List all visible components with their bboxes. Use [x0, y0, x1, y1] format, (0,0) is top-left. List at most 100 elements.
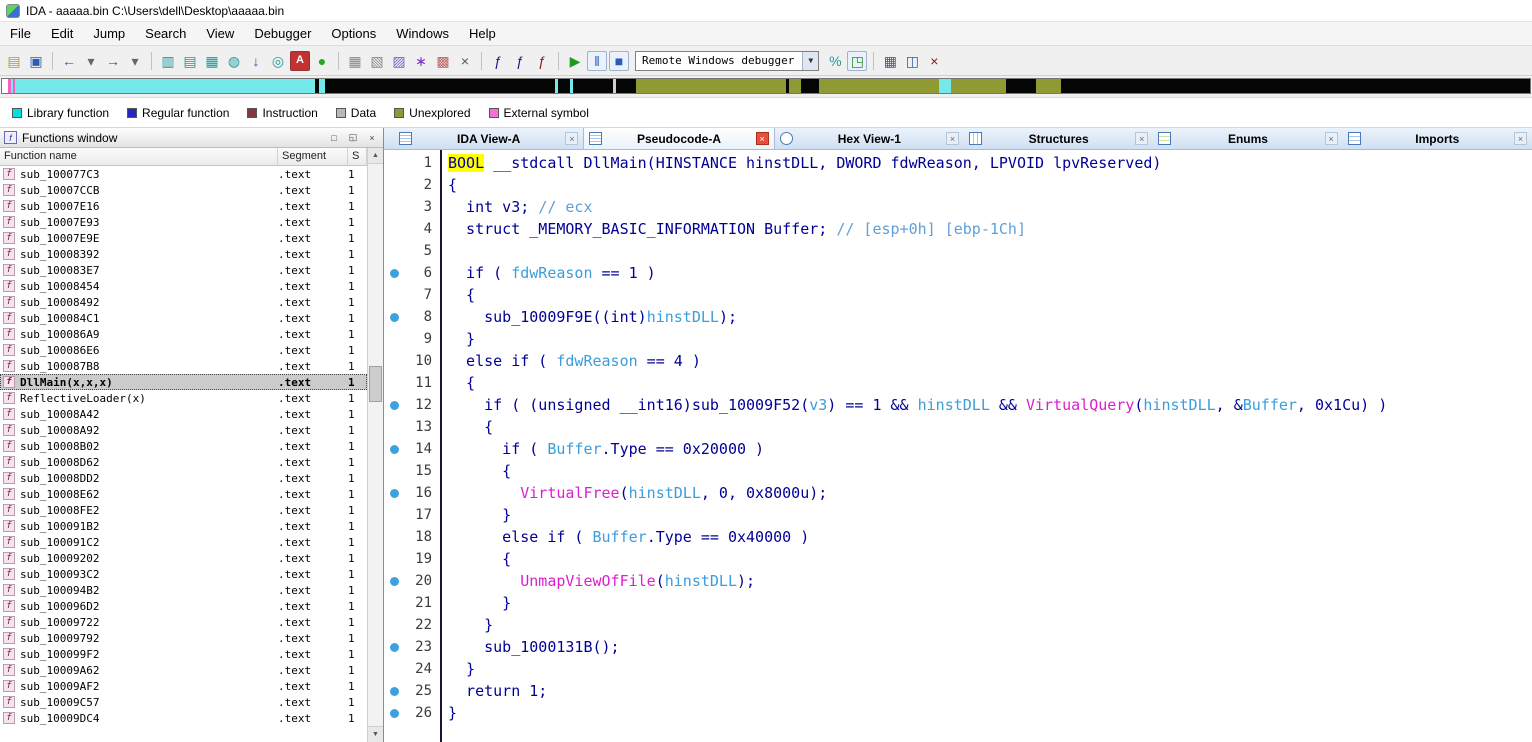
function-row[interactable]: f sub_100086E6 .text 1	[0, 342, 367, 358]
nav-back-icon[interactable]: ←	[59, 51, 79, 71]
code-line[interactable]: 19 {	[384, 548, 1532, 570]
code-line[interactable]: 21 }	[384, 592, 1532, 614]
panel-float-icon[interactable]: ◱	[346, 131, 360, 145]
scroll-down-icon[interactable]: ▼	[368, 726, 383, 742]
jump-down-icon[interactable]: ↓	[246, 51, 266, 71]
function-row[interactable]: f sub_10007E9E .text 1	[0, 230, 367, 246]
search-text-icon[interactable]: A	[290, 50, 310, 71]
menu-item-options[interactable]: Options	[321, 23, 386, 44]
window-close-icon[interactable]: ×	[924, 51, 944, 71]
tab-structures[interactable]: Structures ×	[964, 128, 1153, 149]
function-row[interactable]: f sub_10008DD2 .text 1	[0, 470, 367, 486]
line-marker-dot[interactable]	[390, 577, 404, 586]
create-function-icon[interactable]: ƒ	[488, 51, 508, 71]
menu-item-edit[interactable]: Edit	[41, 23, 83, 44]
imports-icon[interactable]	[1347, 132, 1361, 145]
scroll-up-icon[interactable]: ▲	[368, 148, 383, 164]
function-row[interactable]: f sub_100091C2 .text 1	[0, 534, 367, 550]
nav-forward-menu-icon[interactable]: ▾	[125, 51, 145, 71]
expand-types-icon[interactable]: ∗	[411, 51, 431, 71]
function-row[interactable]: f sub_10008392 .text 1	[0, 246, 367, 262]
debugger-stop-icon[interactable]: ■	[609, 50, 629, 71]
code-line[interactable]: 6 if ( fdwReason == 1 )	[384, 262, 1532, 284]
menu-item-windows[interactable]: Windows	[386, 23, 459, 44]
panel-close-icon[interactable]: ×	[365, 131, 379, 145]
code-line[interactable]: 9 }	[384, 328, 1532, 350]
menu-item-search[interactable]: Search	[135, 23, 196, 44]
line-marker-dot[interactable]	[390, 401, 404, 410]
delete-item-icon[interactable]: ×	[455, 51, 475, 71]
function-row[interactable]: f sub_10007E16 .text 1	[0, 198, 367, 214]
snapshot-icon[interactable]: ▩	[433, 51, 453, 71]
line-marker-dot[interactable]	[390, 687, 404, 696]
function-row[interactable]: f sub_10009C57 .text 1	[0, 694, 367, 710]
code-line[interactable]: 17 }	[384, 504, 1532, 526]
debugger-run-icon[interactable]: ▶	[565, 51, 585, 71]
code-line[interactable]: 13 {	[384, 416, 1532, 438]
code-line[interactable]: 18 else if ( Buffer.Type == 0x40000 )	[384, 526, 1532, 548]
function-row[interactable]: f sub_10009AF2 .text 1	[0, 678, 367, 694]
column-segment[interactable]: Segment	[278, 148, 348, 165]
code-line[interactable]: 14 if ( Buffer.Type == 0x20000 )	[384, 438, 1532, 460]
function-tails-icon[interactable]: ƒ	[532, 51, 552, 71]
tab-close-icon[interactable]: ×	[1324, 132, 1338, 145]
tab-pseudocode-a[interactable]: Pseudocode-A ×	[583, 128, 775, 149]
tab-hex-view-1[interactable]: Hex View-1 ×	[775, 128, 964, 149]
jump-xref-icon[interactable]: ◍	[224, 51, 244, 71]
declare-struct-icon[interactable]: ▨	[389, 51, 409, 71]
pseudocode-view[interactable]: 1 BOOL __stdcall DllMain(HINSTANCE hinstD…	[384, 150, 1532, 742]
window-new-icon[interactable]: ◫	[902, 51, 922, 71]
scrollbar-thumb[interactable]	[369, 366, 382, 402]
function-row[interactable]: f sub_10008FE2 .text 1	[0, 502, 367, 518]
windows-toggle-icon[interactable]: ▦	[880, 51, 900, 71]
line-marker-dot[interactable]	[390, 643, 404, 652]
tab-close-icon[interactable]: ×	[1135, 132, 1149, 145]
debugger-attach-icon[interactable]: %	[825, 51, 845, 71]
code-line[interactable]: 5	[384, 240, 1532, 262]
debugger-pause-icon[interactable]: ‖	[587, 50, 607, 71]
debugger-snapshot-icon[interactable]: ◳	[847, 50, 868, 71]
function-row[interactable]: f sub_100084C1 .text 1	[0, 310, 367, 326]
code-line[interactable]: 4 struct _MEMORY_BASIC_INFORMATION Buffe…	[384, 218, 1532, 240]
code-line[interactable]: 3 int v3; // ecx	[384, 196, 1532, 218]
save-file-icon[interactable]: ▣	[26, 51, 46, 71]
menu-item-view[interactable]: View	[196, 23, 244, 44]
navigation-band-track[interactable]	[1, 78, 1531, 94]
function-row[interactable]: f sub_10008A42 .text 1	[0, 406, 367, 422]
menu-item-file[interactable]: File	[0, 23, 41, 44]
menu-item-debugger[interactable]: Debugger	[244, 23, 321, 44]
line-marker-dot[interactable]	[390, 709, 404, 718]
enums-icon[interactable]	[1158, 132, 1172, 145]
line-marker-dot[interactable]	[390, 489, 404, 498]
function-row[interactable]: f ReflectiveLoader(x) .text 1	[0, 390, 367, 406]
function-row[interactable]: f sub_100096D2 .text 1	[0, 598, 367, 614]
function-row[interactable]: f sub_10009792 .text 1	[0, 630, 367, 646]
tab-ida-view-a[interactable]: IDA View-A ×	[394, 128, 583, 149]
function-row[interactable]: f sub_10009202 .text 1	[0, 550, 367, 566]
structures-icon[interactable]	[968, 132, 982, 145]
color-marker-icon[interactable]: ●	[312, 51, 332, 71]
function-row[interactable]: f sub_10008A92 .text 1	[0, 422, 367, 438]
panel-restore-icon[interactable]: □	[327, 131, 341, 145]
function-row[interactable]: f sub_10008492 .text 1	[0, 294, 367, 310]
function-row[interactable]: f sub_10007E93 .text 1	[0, 214, 367, 230]
code-line[interactable]: 26}	[384, 702, 1532, 724]
open-structs-icon[interactable]: ▦	[345, 51, 365, 71]
menu-item-jump[interactable]: Jump	[83, 23, 135, 44]
function-row[interactable]: f sub_100093C2 .text 1	[0, 566, 367, 582]
tab-close-icon[interactable]: ×	[755, 132, 769, 145]
function-row[interactable]: f sub_10009A62 .text 1	[0, 662, 367, 678]
function-row[interactable]: f sub_10008E62 .text 1	[0, 486, 367, 502]
tab-close-icon[interactable]: ×	[1513, 132, 1527, 145]
function-row[interactable]: f sub_100087B8 .text 1	[0, 358, 367, 374]
function-row[interactable]: f sub_100086A9 .text 1	[0, 326, 367, 342]
nav-forward-icon[interactable]: →	[103, 51, 123, 71]
line-marker-dot[interactable]	[390, 269, 404, 278]
code-line[interactable]: 16 VirtualFree(hinstDLL, 0, 0x8000u);	[384, 482, 1532, 504]
code-line[interactable]: 12 if ( (unsigned __int16)sub_10009F52(v…	[384, 394, 1532, 416]
edit-function-icon[interactable]: ƒ	[510, 51, 530, 71]
jump-address-icon[interactable]: ▥	[158, 51, 178, 71]
function-row[interactable]: f sub_10007CCB .text 1	[0, 182, 367, 198]
function-row[interactable]: f sub_10008454 .text 1	[0, 278, 367, 294]
function-row[interactable]: f sub_100094B2 .text 1	[0, 582, 367, 598]
